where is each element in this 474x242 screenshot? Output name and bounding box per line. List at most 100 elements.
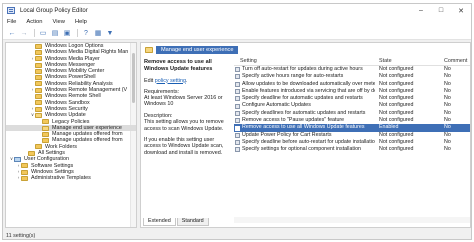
folder-icon <box>42 131 49 137</box>
state-cell: Not configured <box>379 146 414 153</box>
folder-icon <box>35 94 42 100</box>
folder-icon <box>35 75 42 81</box>
setting-name: Update Power Policy for Cart Restarts <box>242 131 332 138</box>
folder-icon <box>35 68 42 74</box>
table-row[interactable]: Remove access to "Pause updates" feature… <box>234 117 470 124</box>
menu-help[interactable]: Help <box>70 19 92 25</box>
folder-icon <box>35 43 42 49</box>
properties-icon[interactable]: ▦ <box>93 28 103 38</box>
table-row[interactable]: Update Power Policy for Cart Restarts Not… <box>234 131 470 139</box>
setting-cell: Specify settings for optional component … <box>234 146 375 153</box>
console-tree: Windows Logon Options Windows Media Digit… <box>5 42 137 228</box>
forward-arrow-icon[interactable]: → <box>19 28 29 38</box>
state-cell: Not configured <box>379 80 414 87</box>
back-arrow-icon[interactable]: ← <box>7 28 17 38</box>
setting-cell: Enable features introduced via servicing… <box>234 88 375 95</box>
toolbar-separator <box>34 29 35 37</box>
setting-cell: Specify deadline for automatic updates a… <box>234 95 375 102</box>
state-cell: Not configured <box>379 66 414 72</box>
folder-icon <box>35 56 42 62</box>
setting-cell: Specify deadline before auto-restart for… <box>234 139 375 146</box>
filter-icon[interactable]: ▼ <box>105 28 115 38</box>
menu-action[interactable]: Action <box>21 19 47 25</box>
table-row[interactable]: Specify deadlines for automatic updates … <box>234 109 470 117</box>
list-scrollbar[interactable] <box>234 217 470 223</box>
app-window: Local Group Policy Editor – □ ✕ File Act… <box>2 3 472 240</box>
list-header: Setting State Comment <box>234 57 470 66</box>
setting-cell: Specify active hours range for auto-rest… <box>234 73 375 80</box>
comment-cell: No <box>444 109 451 116</box>
table-row[interactable]: Enable features introduced via servicing… <box>234 88 470 95</box>
folder-icon <box>28 150 35 156</box>
table-row[interactable]: Allow updates to be downloaded automatic… <box>234 80 470 88</box>
comment-cell: No <box>444 66 451 72</box>
view-tabs: Extended Standard <box>143 216 210 226</box>
help-icon[interactable]: ? <box>81 28 91 38</box>
folder-icon <box>21 163 28 169</box>
tree-item-label: Administrative Templates <box>31 175 91 182</box>
state-cell: Enabled <box>379 124 399 131</box>
state-cell: Not configured <box>379 131 414 138</box>
close-icon[interactable]: ✕ <box>451 4 471 17</box>
folder-icon <box>35 100 42 106</box>
state-cell: Not configured <box>379 109 414 116</box>
up-folder-icon[interactable]: ▭ <box>38 28 48 38</box>
table-row[interactable]: Turn off auto-restart for updates during… <box>234 66 470 73</box>
export-list-icon[interactable]: ▣ <box>62 28 72 38</box>
description-more: If you enable this setting user access t… <box>144 137 224 156</box>
policy-setting-icon <box>235 132 240 138</box>
policy-setting-icon <box>235 110 240 116</box>
menu-view[interactable]: View <box>47 19 69 25</box>
setting-name: Remove access to use all Windows Update … <box>242 124 365 131</box>
table-row[interactable]: Remove access to use all Windows Update … <box>234 124 470 132</box>
tree-item[interactable]: › Administrative Templates <box>6 175 136 181</box>
menu-file[interactable]: File <box>3 19 21 25</box>
tab-standard[interactable]: Standard <box>176 218 209 226</box>
policy-setting-icon <box>235 89 240 95</box>
policy-setting-icon <box>235 74 240 80</box>
minimize-icon[interactable]: – <box>411 4 431 17</box>
policy-setting-icon <box>235 118 240 124</box>
edit-prefix: Edit <box>144 77 155 84</box>
list-rows: Turn off auto-restart for updates during… <box>234 66 470 154</box>
menu-bar: File Action View Help <box>3 17 471 27</box>
show-hide-tree-icon[interactable]: ▤ <box>50 28 60 38</box>
column-state[interactable]: State <box>375 57 440 65</box>
setting-name: Enable features introduced via servicing… <box>242 87 375 94</box>
setting-name: Specify deadline before auto-restart for… <box>242 138 375 145</box>
setting-name: Allow updates to be downloaded automatic… <box>242 80 375 87</box>
comment-cell: No <box>444 138 451 145</box>
setting-name: Specify settings for optional component … <box>242 146 361 153</box>
edit-policy-link[interactable]: policy setting <box>155 78 186 84</box>
comment-cell: No <box>444 146 451 153</box>
setting-cell: Remove access to "Pause updates" feature <box>234 117 375 124</box>
table-row[interactable]: Specify settings for optional component … <box>234 146 470 153</box>
status-bar: 11 setting(s) <box>3 231 471 240</box>
comment-cell: No <box>444 117 451 124</box>
policy-setting-icon <box>235 125 240 131</box>
comment-cell: No <box>444 124 451 131</box>
tab-extended[interactable]: Extended <box>143 218 176 226</box>
toolbar: ← → ▭ ▤ ▣ ? ▦ ▼ <box>3 27 471 40</box>
state-cell: Not configured <box>379 138 414 145</box>
folder-icon <box>35 49 42 55</box>
table-row[interactable]: Configure Automatic Updates Not configure… <box>234 102 470 109</box>
table-row[interactable]: Specify active hours range for auto-rest… <box>234 73 470 80</box>
column-setting[interactable]: Setting <box>234 57 375 65</box>
folder-icon <box>35 87 42 93</box>
node-header: Manage end user experience <box>141 43 470 56</box>
column-comment[interactable]: Comment <box>440 57 470 65</box>
extended-description: Remove access to use all Windows Update … <box>141 56 234 218</box>
settings-list: Setting State Comment Turn off auto-rest… <box>234 57 470 215</box>
edit-suffix: . <box>185 77 188 84</box>
window-title: Local Group Policy Editor <box>20 7 88 14</box>
setting-cell: Configure Automatic Updates <box>234 102 375 109</box>
maximize-icon[interactable]: □ <box>431 4 451 17</box>
state-cell: Not configured <box>379 117 414 124</box>
policy-setting-icon <box>235 103 240 109</box>
state-cell: Not configured <box>379 95 414 102</box>
table-row[interactable]: Specify deadline before auto-restart for… <box>234 138 470 146</box>
status-text: 11 setting(s) <box>6 232 36 239</box>
table-row[interactable]: Specify deadline for automatic updates a… <box>234 95 470 102</box>
folder-icon <box>35 62 42 68</box>
